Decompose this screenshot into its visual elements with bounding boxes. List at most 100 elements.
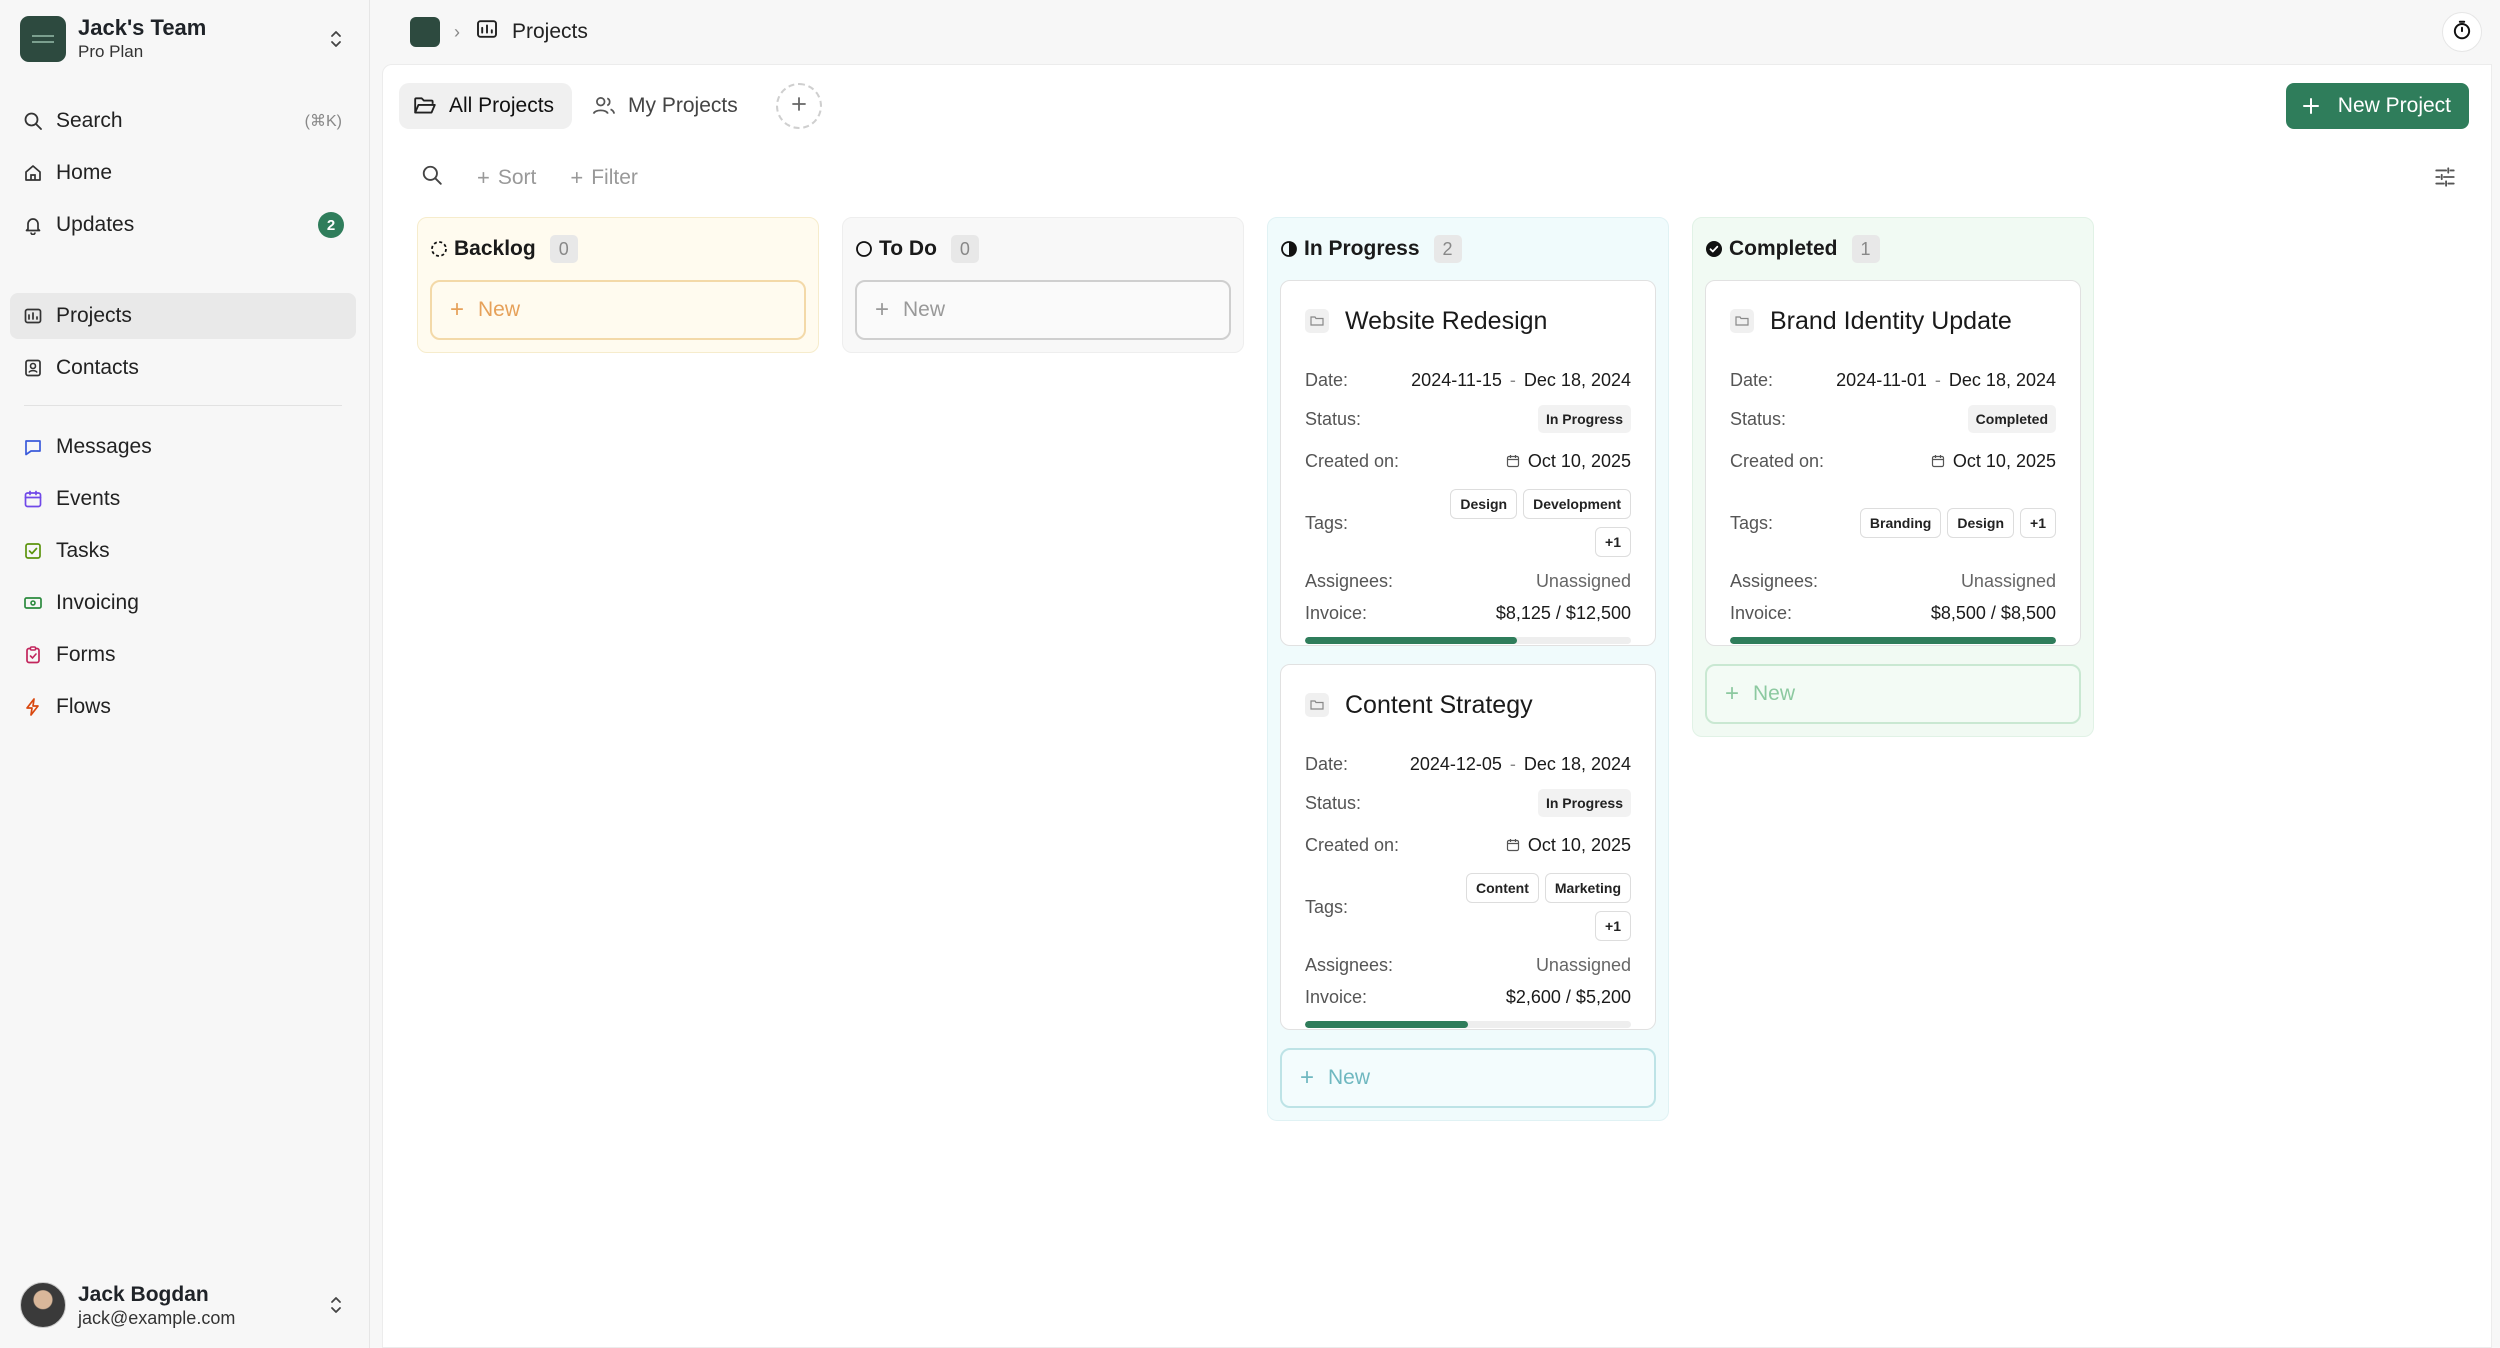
folder-icon — [1730, 309, 1754, 333]
tag-more[interactable]: +1 — [1595, 911, 1631, 941]
tag-more[interactable]: +1 — [2020, 508, 2056, 538]
tag: Branding — [1859, 508, 1942, 538]
new-card-button[interactable]: + New — [1705, 664, 2081, 724]
sidebar-item-flows[interactable]: Flows — [10, 684, 356, 730]
sidebar-item-projects[interactable]: Projects — [10, 293, 356, 339]
shortcut-hint: (⌘K) — [304, 113, 342, 130]
column-header: Backlog 0 — [418, 218, 818, 280]
team-name: Jack's Team — [78, 15, 207, 40]
column-title: Backlog — [454, 237, 536, 260]
sidebar-item-label: Flows — [56, 695, 111, 718]
column-count: 1 — [1851, 235, 1880, 263]
sidebar-item-label: Updates — [56, 213, 135, 236]
projects-icon — [22, 305, 44, 327]
sidebar-item-label: Projects — [56, 304, 132, 327]
projects-board: All Projects My Projects New Project + So… — [382, 64, 2492, 1348]
sidebar-item-search[interactable]: Search (⌘K) — [10, 98, 356, 144]
field-label: Created on: — [1730, 450, 1825, 471]
date-end: Dec 18, 2024 — [1523, 369, 1631, 390]
field-label: Tags: — [1305, 512, 1349, 533]
invoice-progress-fill — [1305, 637, 1517, 644]
timer-button[interactable] — [2442, 12, 2482, 52]
column-count: 0 — [549, 235, 578, 263]
user-menu[interactable]: Jack Bogdan jack@example.com — [20, 1280, 350, 1330]
column-title: To Do — [879, 237, 937, 260]
calendar-icon — [1506, 454, 1520, 468]
plus-icon: + — [570, 165, 584, 190]
sidebar-item-forms[interactable]: Forms — [10, 632, 356, 678]
breadcrumb-team-logo[interactable] — [410, 17, 440, 47]
invoice-value: $8,125 / $12,500 — [1495, 602, 1631, 623]
sidebar-item-updates[interactable]: Updates 2 — [10, 202, 356, 248]
filter-button[interactable]: + Filter — [570, 165, 638, 191]
date-end: Dec 18, 2024 — [1523, 753, 1631, 774]
invoice-progress-bar — [1305, 637, 1631, 644]
plus-icon: + — [1300, 1064, 1315, 1091]
column-title: In Progress — [1304, 237, 1420, 260]
projects-icon — [474, 17, 500, 47]
sidebar-item-contacts[interactable]: Contacts — [10, 345, 356, 391]
field-label: Invoice: — [1305, 602, 1368, 623]
tag: Marketing — [1544, 873, 1631, 903]
invoice-progress-fill — [1730, 637, 2056, 644]
status-badge: Completed — [1967, 405, 2056, 433]
sidebar-item-events[interactable]: Events — [10, 476, 356, 522]
team-switcher[interactable]: Jack's Team Pro Plan — [20, 15, 350, 62]
plus-icon: + — [875, 296, 890, 323]
filter-bar: + Sort + Filter — [421, 155, 638, 201]
field-label: Date: — [1305, 369, 1349, 390]
invoice-progress-bar — [1305, 1021, 1631, 1028]
tab-all-projects[interactable]: All Projects — [399, 83, 573, 129]
clipboard-icon — [22, 644, 44, 666]
team-logo — [20, 16, 66, 62]
sliders-icon[interactable] — [2433, 165, 2457, 194]
folder-icon — [1305, 309, 1329, 333]
field-label: Date: — [1730, 369, 1774, 390]
message-icon — [22, 436, 44, 458]
add-view-button[interactable] — [775, 83, 822, 129]
timer-icon — [2451, 19, 2473, 46]
plus-icon — [790, 95, 808, 118]
sidebar-item-home[interactable]: Home — [10, 150, 356, 196]
date-end: Dec 18, 2024 — [1948, 369, 2056, 390]
field-label: Invoice: — [1730, 602, 1793, 623]
field-label: Assignees: — [1730, 570, 1819, 591]
new-card-button[interactable]: + New — [855, 280, 1231, 340]
new-card-button[interactable]: + New — [1280, 1048, 1656, 1108]
search-icon[interactable] — [421, 164, 443, 192]
sidebar-item-tasks[interactable]: Tasks — [10, 528, 356, 574]
column-header: In Progress 2 — [1268, 218, 1668, 280]
nav-main: Projects Contacts Messages Events Tasks … — [10, 293, 356, 736]
folder-icon — [1305, 693, 1329, 717]
calendar-icon — [1931, 454, 1945, 468]
nav-top: Search (⌘K) Home Updates 2 — [10, 98, 356, 254]
card-title: Website Redesign — [1345, 306, 1548, 335]
sidebar-item-label: Invoicing — [56, 591, 139, 614]
view-tabs: All Projects My Projects — [399, 83, 822, 129]
field-label: Status: — [1305, 792, 1362, 813]
chevron-up-down-icon[interactable] — [322, 1291, 350, 1319]
tab-my-projects[interactable]: My Projects — [578, 83, 756, 129]
updates-count-badge: 2 — [318, 212, 344, 238]
banknote-icon — [22, 592, 44, 614]
chevron-up-down-icon[interactable] — [322, 25, 350, 53]
sidebar-item-messages[interactable]: Messages — [10, 424, 356, 470]
project-card[interactable]: Brand Identity Update Date: 2024-11-01- De… — [1705, 280, 2081, 646]
field-label: Date: — [1305, 753, 1349, 774]
project-card[interactable]: Content Strategy Date: 2024-12-05- Dec 18,… — [1280, 664, 1656, 1030]
new-project-label: New Project — [2337, 94, 2451, 117]
new-card-button[interactable]: + New — [430, 280, 806, 340]
calendar-icon — [22, 488, 44, 510]
date-start: 2024-12-05 — [1409, 753, 1502, 774]
tag: Design — [1947, 508, 2015, 538]
sort-button[interactable]: + Sort — [477, 165, 536, 191]
new-project-button[interactable]: New Project — [2285, 83, 2469, 129]
created-date: Oct 10, 2025 — [1952, 450, 2056, 471]
tag-more[interactable]: +1 — [1595, 527, 1631, 557]
sidebar-item-invoicing[interactable]: Invoicing — [10, 580, 356, 626]
project-card[interactable]: Website Redesign Date: 2024-11-15- Dec 18,… — [1280, 280, 1656, 646]
column-backlog: Backlog 0 + New — [417, 217, 819, 353]
card-title: Content Strategy — [1345, 690, 1533, 719]
column-todo: To Do 0 + New — [842, 217, 1244, 353]
status-badge: In Progress — [1537, 789, 1631, 817]
